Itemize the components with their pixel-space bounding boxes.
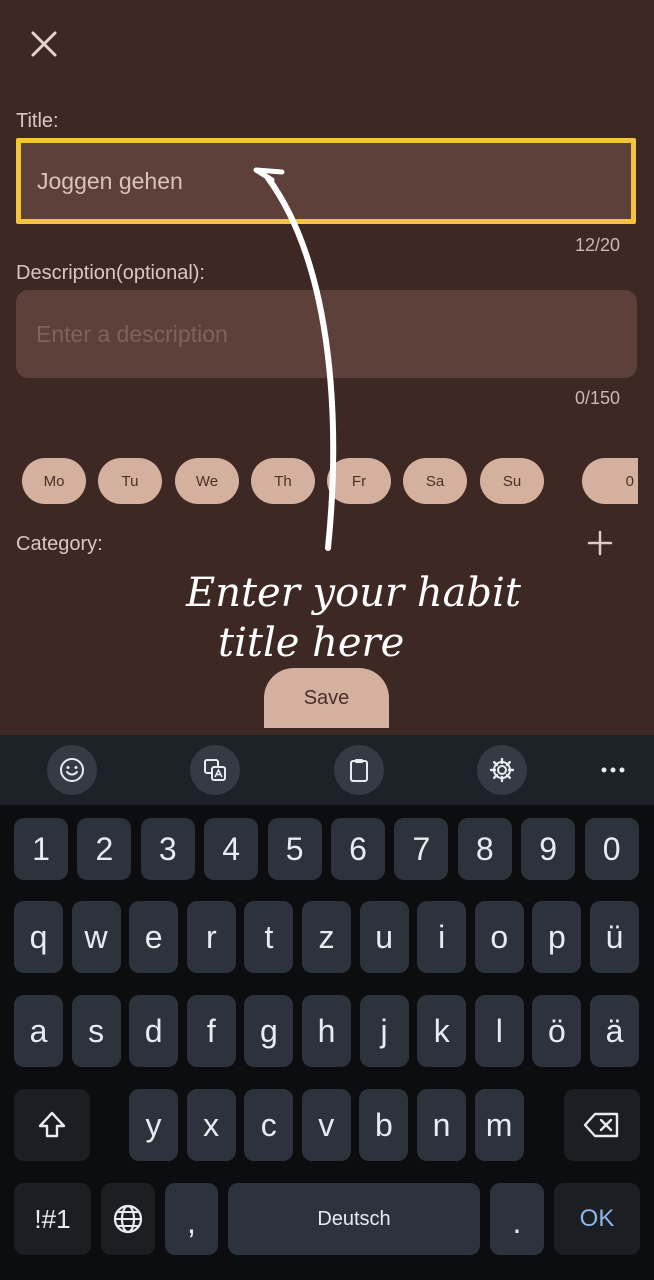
keyboard-toolbar	[0, 735, 654, 805]
key-o[interactable]: o	[474, 901, 524, 973]
key-p[interactable]: p	[532, 901, 582, 973]
annotation-text: Enter your habit title here	[180, 560, 521, 670]
key-g[interactable]: g	[244, 995, 294, 1067]
backspace-icon	[583, 1112, 619, 1138]
translate-icon	[204, 759, 226, 781]
title-counter: 12/20	[574, 235, 620, 255]
clipboard-icon	[350, 759, 368, 782]
key-c[interactable]: c	[244, 1089, 294, 1161]
plus-icon	[587, 530, 613, 556]
space-key[interactable]: Deutsch	[228, 1183, 480, 1255]
settings-button[interactable]	[477, 745, 527, 795]
period-key[interactable]: .	[490, 1183, 544, 1255]
key-i[interactable]: i	[417, 901, 467, 973]
globe-icon	[113, 1204, 143, 1234]
day-chip-partial[interactable]: 0	[582, 458, 638, 504]
title-label: Title:	[16, 110, 59, 132]
day-chip-tu[interactable]: Tu	[98, 458, 162, 504]
shift-key[interactable]	[14, 1089, 90, 1161]
symbols-key[interactable]: !#1	[14, 1183, 91, 1255]
category-label: Category:	[16, 533, 103, 555]
ok-key[interactable]: OK	[554, 1183, 640, 1255]
key-u[interactable]: u	[359, 901, 409, 973]
day-chip-sa[interactable]: Sa	[403, 458, 467, 504]
backspace-key[interactable]	[564, 1089, 640, 1161]
emoji-button[interactable]	[47, 745, 97, 795]
key-l[interactable]: l	[474, 995, 524, 1067]
key-ü[interactable]: ü	[590, 901, 639, 973]
more-icon	[601, 767, 625, 773]
settings-icon	[489, 757, 515, 783]
day-chip-fr[interactable]: Fr	[327, 458, 391, 504]
key-t[interactable]: t	[244, 901, 294, 973]
key-6[interactable]: 6	[331, 818, 385, 880]
title-input-value: Joggen gehen	[37, 167, 183, 194]
title-input[interactable]: Joggen gehen	[16, 138, 636, 224]
key-ö[interactable]: ö	[532, 995, 582, 1067]
comma-key[interactable]: ,	[165, 1183, 218, 1255]
key-r[interactable]: r	[186, 901, 236, 973]
more-button[interactable]	[590, 752, 636, 788]
key-ä[interactable]: ä	[590, 995, 639, 1067]
annotation-line-2: title here	[218, 620, 405, 666]
shift-icon	[38, 1111, 66, 1138]
day-chip-we[interactable]: We	[175, 458, 239, 504]
language-key[interactable]	[101, 1183, 155, 1255]
add-category-button[interactable]	[584, 527, 616, 559]
description-input[interactable]: Enter a description	[16, 290, 637, 378]
key-a[interactable]: a	[14, 995, 63, 1067]
description-placeholder: Enter a description	[36, 320, 228, 347]
key-b[interactable]: b	[359, 1089, 409, 1161]
key-z[interactable]: z	[302, 901, 351, 973]
key-y[interactable]: y	[129, 1089, 178, 1161]
key-3[interactable]: 3	[140, 818, 195, 880]
save-button[interactable]: Save	[264, 668, 389, 728]
key-m[interactable]: m	[474, 1089, 524, 1161]
key-x[interactable]: x	[186, 1089, 236, 1161]
key-w[interactable]: w	[71, 901, 121, 973]
key-9[interactable]: 9	[521, 818, 576, 880]
close-button[interactable]	[26, 26, 62, 62]
key-e[interactable]: e	[129, 901, 179, 973]
key-8[interactable]: 8	[457, 818, 512, 880]
key-f[interactable]: f	[186, 995, 236, 1067]
day-chip-mo[interactable]: Mo	[22, 458, 86, 504]
key-4[interactable]: 4	[204, 818, 259, 880]
key-q[interactable]: q	[14, 901, 63, 973]
key-0[interactable]: 0	[584, 818, 639, 880]
description-label: Description(optional):	[16, 262, 205, 284]
day-chip-th[interactable]: Th	[251, 458, 315, 504]
key-n[interactable]: n	[417, 1089, 466, 1161]
day-chip-su[interactable]: Su	[480, 458, 544, 504]
key-d[interactable]: d	[129, 995, 179, 1067]
description-counter: 0/150	[574, 388, 620, 408]
key-j[interactable]: j	[359, 995, 409, 1067]
key-5[interactable]: 5	[267, 818, 322, 880]
key-7[interactable]: 7	[394, 818, 449, 880]
emoji-icon	[60, 758, 84, 782]
key-k[interactable]: k	[417, 995, 467, 1067]
close-icon	[31, 31, 57, 57]
key-v[interactable]: v	[301, 1089, 351, 1161]
translate-button[interactable]	[190, 745, 240, 795]
key-1[interactable]: 1	[14, 818, 68, 880]
key-2[interactable]: 2	[77, 818, 132, 880]
key-h[interactable]: h	[302, 995, 351, 1067]
clipboard-button[interactable]	[334, 745, 384, 795]
key-s[interactable]: s	[71, 995, 121, 1067]
annotation-line-1: Enter your habit	[186, 570, 521, 616]
